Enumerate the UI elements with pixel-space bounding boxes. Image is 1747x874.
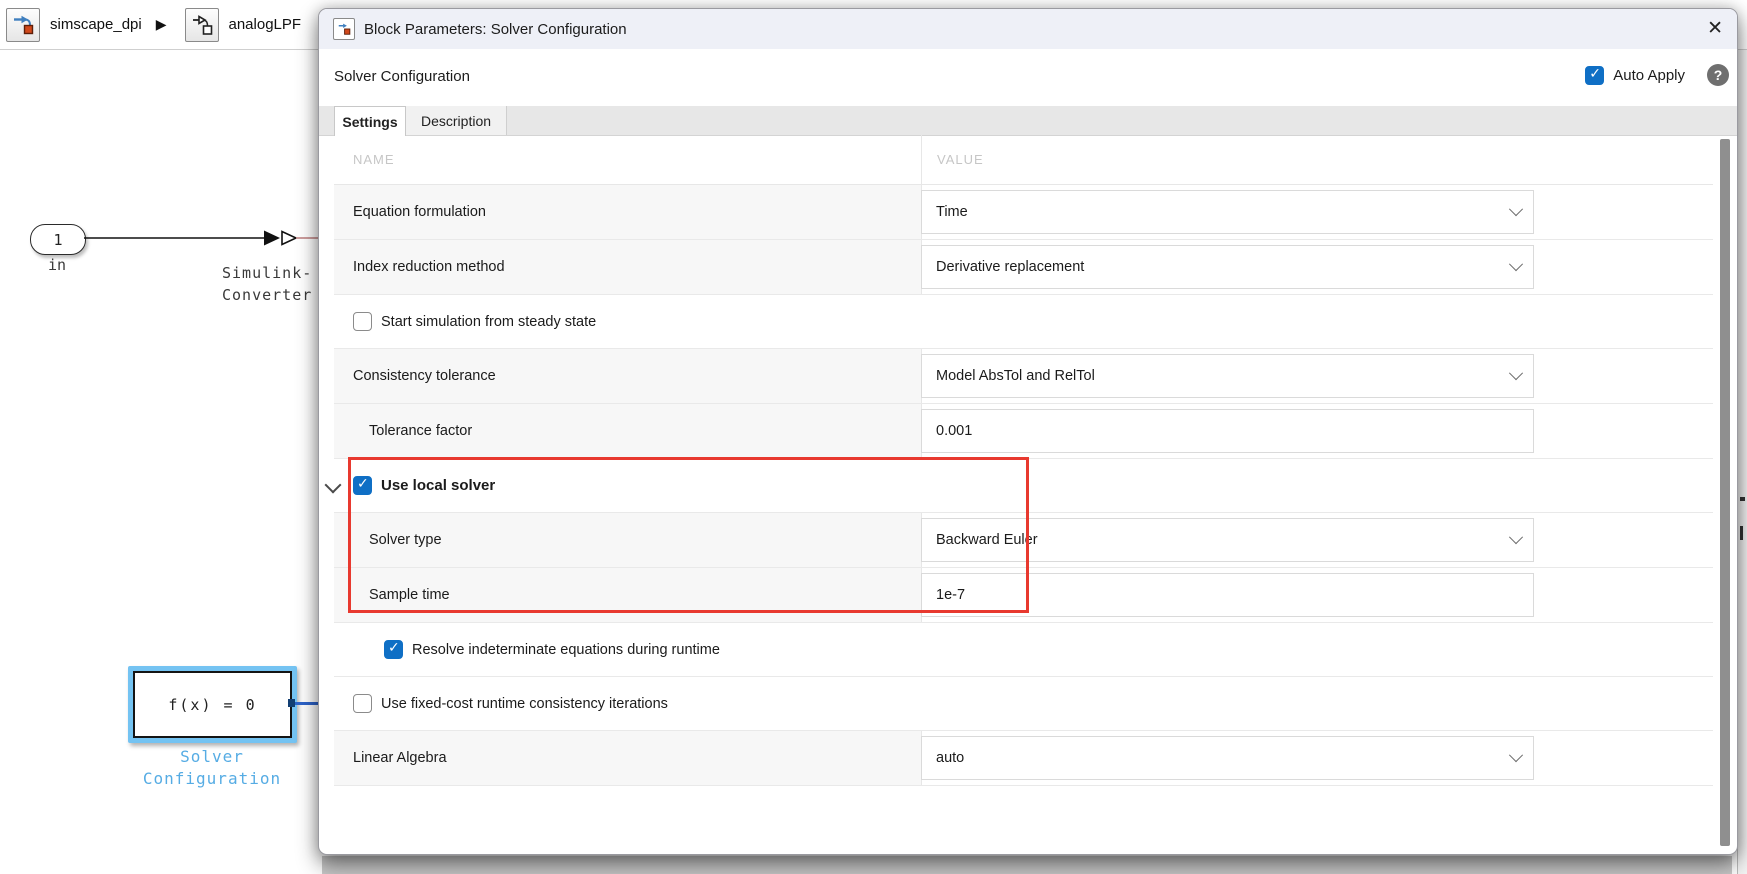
sample-time-value: 1e-7 [936, 587, 966, 603]
block-name-heading: Solver Configuration [334, 68, 470, 85]
equation-formulation-value: Time [936, 204, 968, 220]
tab-settings[interactable]: Settings [334, 106, 406, 136]
breadcrumb-separator-icon: ▶ [155, 16, 167, 32]
tab-description[interactable]: Description [406, 106, 507, 135]
chevron-down-icon [1508, 202, 1524, 217]
resolve-indeterminate-label: Resolve indeterminate equations during r… [412, 641, 720, 658]
steady-state-row: Start simulation from steady state [334, 295, 1713, 349]
tolerance-factor-label: Tolerance factor [334, 404, 921, 458]
inport-block-label: in [47, 256, 67, 274]
tolerance-factor-row: Tolerance factor 0.001 [334, 404, 1713, 459]
solver-block-port[interactable] [288, 699, 295, 707]
consistency-tolerance-value: Model AbsTol and RelTol [936, 368, 1095, 384]
equation-formulation-row: Equation formulation Time [334, 185, 1713, 240]
use-local-solver-label: Use local solver [381, 477, 496, 494]
sample-time-row: Sample time 1e-7 [334, 568, 1713, 623]
tolerance-factor-input[interactable]: 0.001 [921, 409, 1534, 453]
solver-type-value: Backward Euler [936, 532, 1038, 548]
linear-algebra-label: Linear Algebra [334, 731, 921, 785]
equation-formulation-dropdown[interactable]: Time [921, 190, 1534, 234]
solver-type-dropdown[interactable]: Backward Euler [921, 518, 1534, 562]
chevron-down-icon [1508, 530, 1524, 545]
breadcrumb-model-label: simscape_dpi [50, 16, 142, 33]
dialog-bottom-shadow [322, 856, 1732, 874]
steady-state-label: Start simulation from steady state [381, 313, 597, 330]
index-reduction-row: Index reduction method Derivative replac… [334, 240, 1713, 295]
signal-wire [84, 230, 318, 246]
chevron-down-icon [1508, 748, 1524, 763]
arrowhead-outline-icon [281, 230, 298, 246]
expander-chevron-down-icon[interactable] [324, 476, 342, 494]
simulink-editor: simscape_dpi ▶ analogLPF 1 in Simulink- [0, 0, 1747, 874]
solver-type-label: Solver type [334, 513, 921, 567]
dialog-scrollbar[interactable] [1720, 139, 1730, 846]
chevron-down-icon [1508, 257, 1524, 272]
dialog-tabs: Settings Description [319, 106, 1737, 136]
breadcrumb-subsystem-label: analogLPF [228, 16, 302, 33]
fixed-cost-iterations-row: Use fixed-cost runtime consistency itera… [334, 677, 1713, 731]
arrowhead-filled-icon [264, 230, 280, 246]
solver-block-wire [295, 702, 318, 705]
resolve-indeterminate-checkbox[interactable] [384, 640, 403, 659]
sample-time-label: Sample time [334, 568, 921, 622]
linear-algebra-row: Linear Algebra auto [334, 731, 1713, 786]
solver-block-name-line2: Configuration [142, 769, 282, 788]
linear-algebra-dropdown[interactable]: auto [921, 736, 1534, 780]
breadcrumb-item-model[interactable]: simscape_dpi [6, 7, 142, 42]
help-icon[interactable]: ? [1707, 64, 1729, 86]
simulink-block-icon [333, 18, 355, 40]
auto-apply-label: Auto Apply [1613, 67, 1685, 84]
steady-state-checkbox[interactable] [353, 312, 372, 331]
converter-label-line2: Converter [222, 286, 313, 304]
index-reduction-dropdown[interactable]: Derivative replacement [921, 245, 1534, 289]
index-reduction-value: Derivative replacement [936, 259, 1085, 275]
simulink-model-icon [6, 7, 40, 42]
equation-formulation-label: Equation formulation [334, 185, 921, 239]
clipped-text-fragment [1740, 497, 1745, 501]
table-header: NAME VALUE [334, 135, 1713, 185]
fixed-cost-iterations-label: Use fixed-cost runtime consistency itera… [381, 695, 668, 712]
tolerance-factor-value: 0.001 [936, 423, 973, 439]
solver-configuration-block[interactable]: f(x) = 0 [128, 666, 297, 743]
converter-label-line1: Simulink- [222, 264, 313, 282]
consistency-tolerance-row: Consistency tolerance Model AbsTol and R… [334, 349, 1713, 404]
parameter-table: NAME VALUE Equation formulation Time Ind… [324, 135, 1713, 786]
fixed-cost-iterations-checkbox[interactable] [353, 694, 372, 713]
sample-time-input[interactable]: 1e-7 [921, 573, 1534, 617]
auto-apply-checkbox[interactable] [1585, 66, 1605, 85]
converter-block-label: Simulink- Converter [222, 262, 318, 308]
close-icon[interactable]: ✕ [1707, 17, 1723, 41]
use-local-solver-row: Use local solver [324, 459, 1713, 513]
block-parameters-dialog: Block Parameters: Solver Configuration ✕… [318, 8, 1738, 855]
resolve-indeterminate-row: Resolve indeterminate equations during r… [334, 623, 1713, 677]
clipped-text-fragment [1740, 526, 1743, 540]
use-local-solver-checkbox[interactable] [353, 476, 372, 495]
consistency-tolerance-dropdown[interactable]: Model AbsTol and RelTol [921, 354, 1534, 398]
simulink-subsystem-icon [184, 7, 219, 42]
inport-number: 1 [53, 230, 63, 249]
solver-block-face: f(x) = 0 [133, 671, 292, 738]
editor-right-edge [1737, 49, 1747, 874]
solver-type-row: Solver type Backward Euler [334, 513, 1713, 568]
column-header-name: NAME [353, 152, 395, 167]
linear-algebra-value: auto [936, 750, 965, 766]
index-reduction-label: Index reduction method [334, 240, 921, 294]
inport-block[interactable]: 1 [30, 224, 86, 255]
chevron-down-icon [1508, 366, 1524, 381]
solver-block-name-line1: Solver [180, 747, 244, 766]
dialog-header: Solver Configuration Auto Apply ? [319, 49, 1737, 106]
dialog-title: Block Parameters: Solver Configuration [364, 20, 627, 38]
consistency-tolerance-label: Consistency tolerance [334, 349, 921, 403]
dialog-titlebar[interactable]: Block Parameters: Solver Configuration ✕ [319, 9, 1737, 50]
column-header-value: VALUE [921, 135, 1713, 184]
breadcrumb-item-subsystem[interactable]: analogLPF [184, 7, 302, 42]
